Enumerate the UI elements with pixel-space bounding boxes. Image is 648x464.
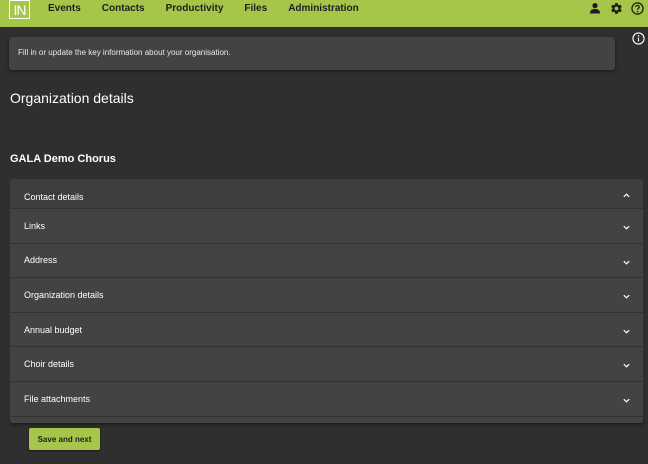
nav-item-events[interactable]: Events — [48, 3, 81, 14]
info-icon[interactable] — [632, 32, 645, 45]
top-navbar: IN Events Contacts Productivity Files Ad… — [0, 0, 648, 27]
nav-item-contacts[interactable]: Contacts — [102, 3, 145, 14]
accordion-organization-details[interactable]: Organization details — [10, 278, 643, 313]
chevron-up-icon — [623, 193, 630, 198]
accordion-address[interactable]: Address — [10, 243, 643, 279]
accordion-contact-details[interactable]: Contact details — [10, 179, 643, 209]
gear-icon[interactable] — [609, 1, 623, 15]
nav-item-administration[interactable]: Administration — [288, 3, 359, 14]
accordion-label: File attachments — [24, 393, 91, 404]
accordion-choir-details[interactable]: Choir details — [10, 347, 643, 382]
page-title: Organization details — [10, 90, 134, 106]
chevron-down-icon — [623, 329, 630, 334]
nav-item-files[interactable]: Files — [244, 3, 267, 14]
top-icon-group — [588, 1, 644, 15]
chevron-down-icon — [623, 364, 630, 369]
chevron-down-icon — [623, 260, 630, 265]
chevron-down-icon — [623, 294, 630, 299]
accordion-label: Links — [24, 220, 46, 231]
save-and-next-button[interactable]: Save and next — [29, 428, 100, 450]
accordion-annual-budget[interactable]: Annual budget — [10, 312, 643, 348]
accordion-links[interactable]: Links — [10, 209, 643, 244]
organization-name: GALA Demo Chorus — [10, 153, 116, 165]
accordion-label: Organization details — [24, 289, 104, 300]
accordion-label: Choir details — [24, 359, 75, 370]
accordion-label: Annual budget — [24, 324, 83, 335]
accordion-file-attachments[interactable]: File attachments — [10, 381, 643, 417]
accordion-footer — [10, 416, 643, 423]
main-nav: Events Contacts Productivity Files Admin… — [48, 0, 380, 17]
app-logo[interactable]: IN — [9, 0, 30, 19]
accordion-label: Contact details — [24, 192, 84, 202]
details-accordion: Contact details Links Address Organizati… — [10, 179, 643, 423]
user-icon[interactable] — [588, 1, 602, 15]
info-text: Fill in or update the key information ab… — [18, 48, 231, 57]
accordion-label: Address — [24, 255, 58, 266]
info-banner: Fill in or update the key information ab… — [9, 37, 615, 70]
chevron-down-icon — [623, 225, 630, 230]
help-icon[interactable] — [630, 1, 644, 15]
nav-item-productivity[interactable]: Productivity — [166, 3, 224, 14]
chevron-down-icon — [623, 398, 630, 403]
logo-text: IN — [13, 1, 27, 18]
